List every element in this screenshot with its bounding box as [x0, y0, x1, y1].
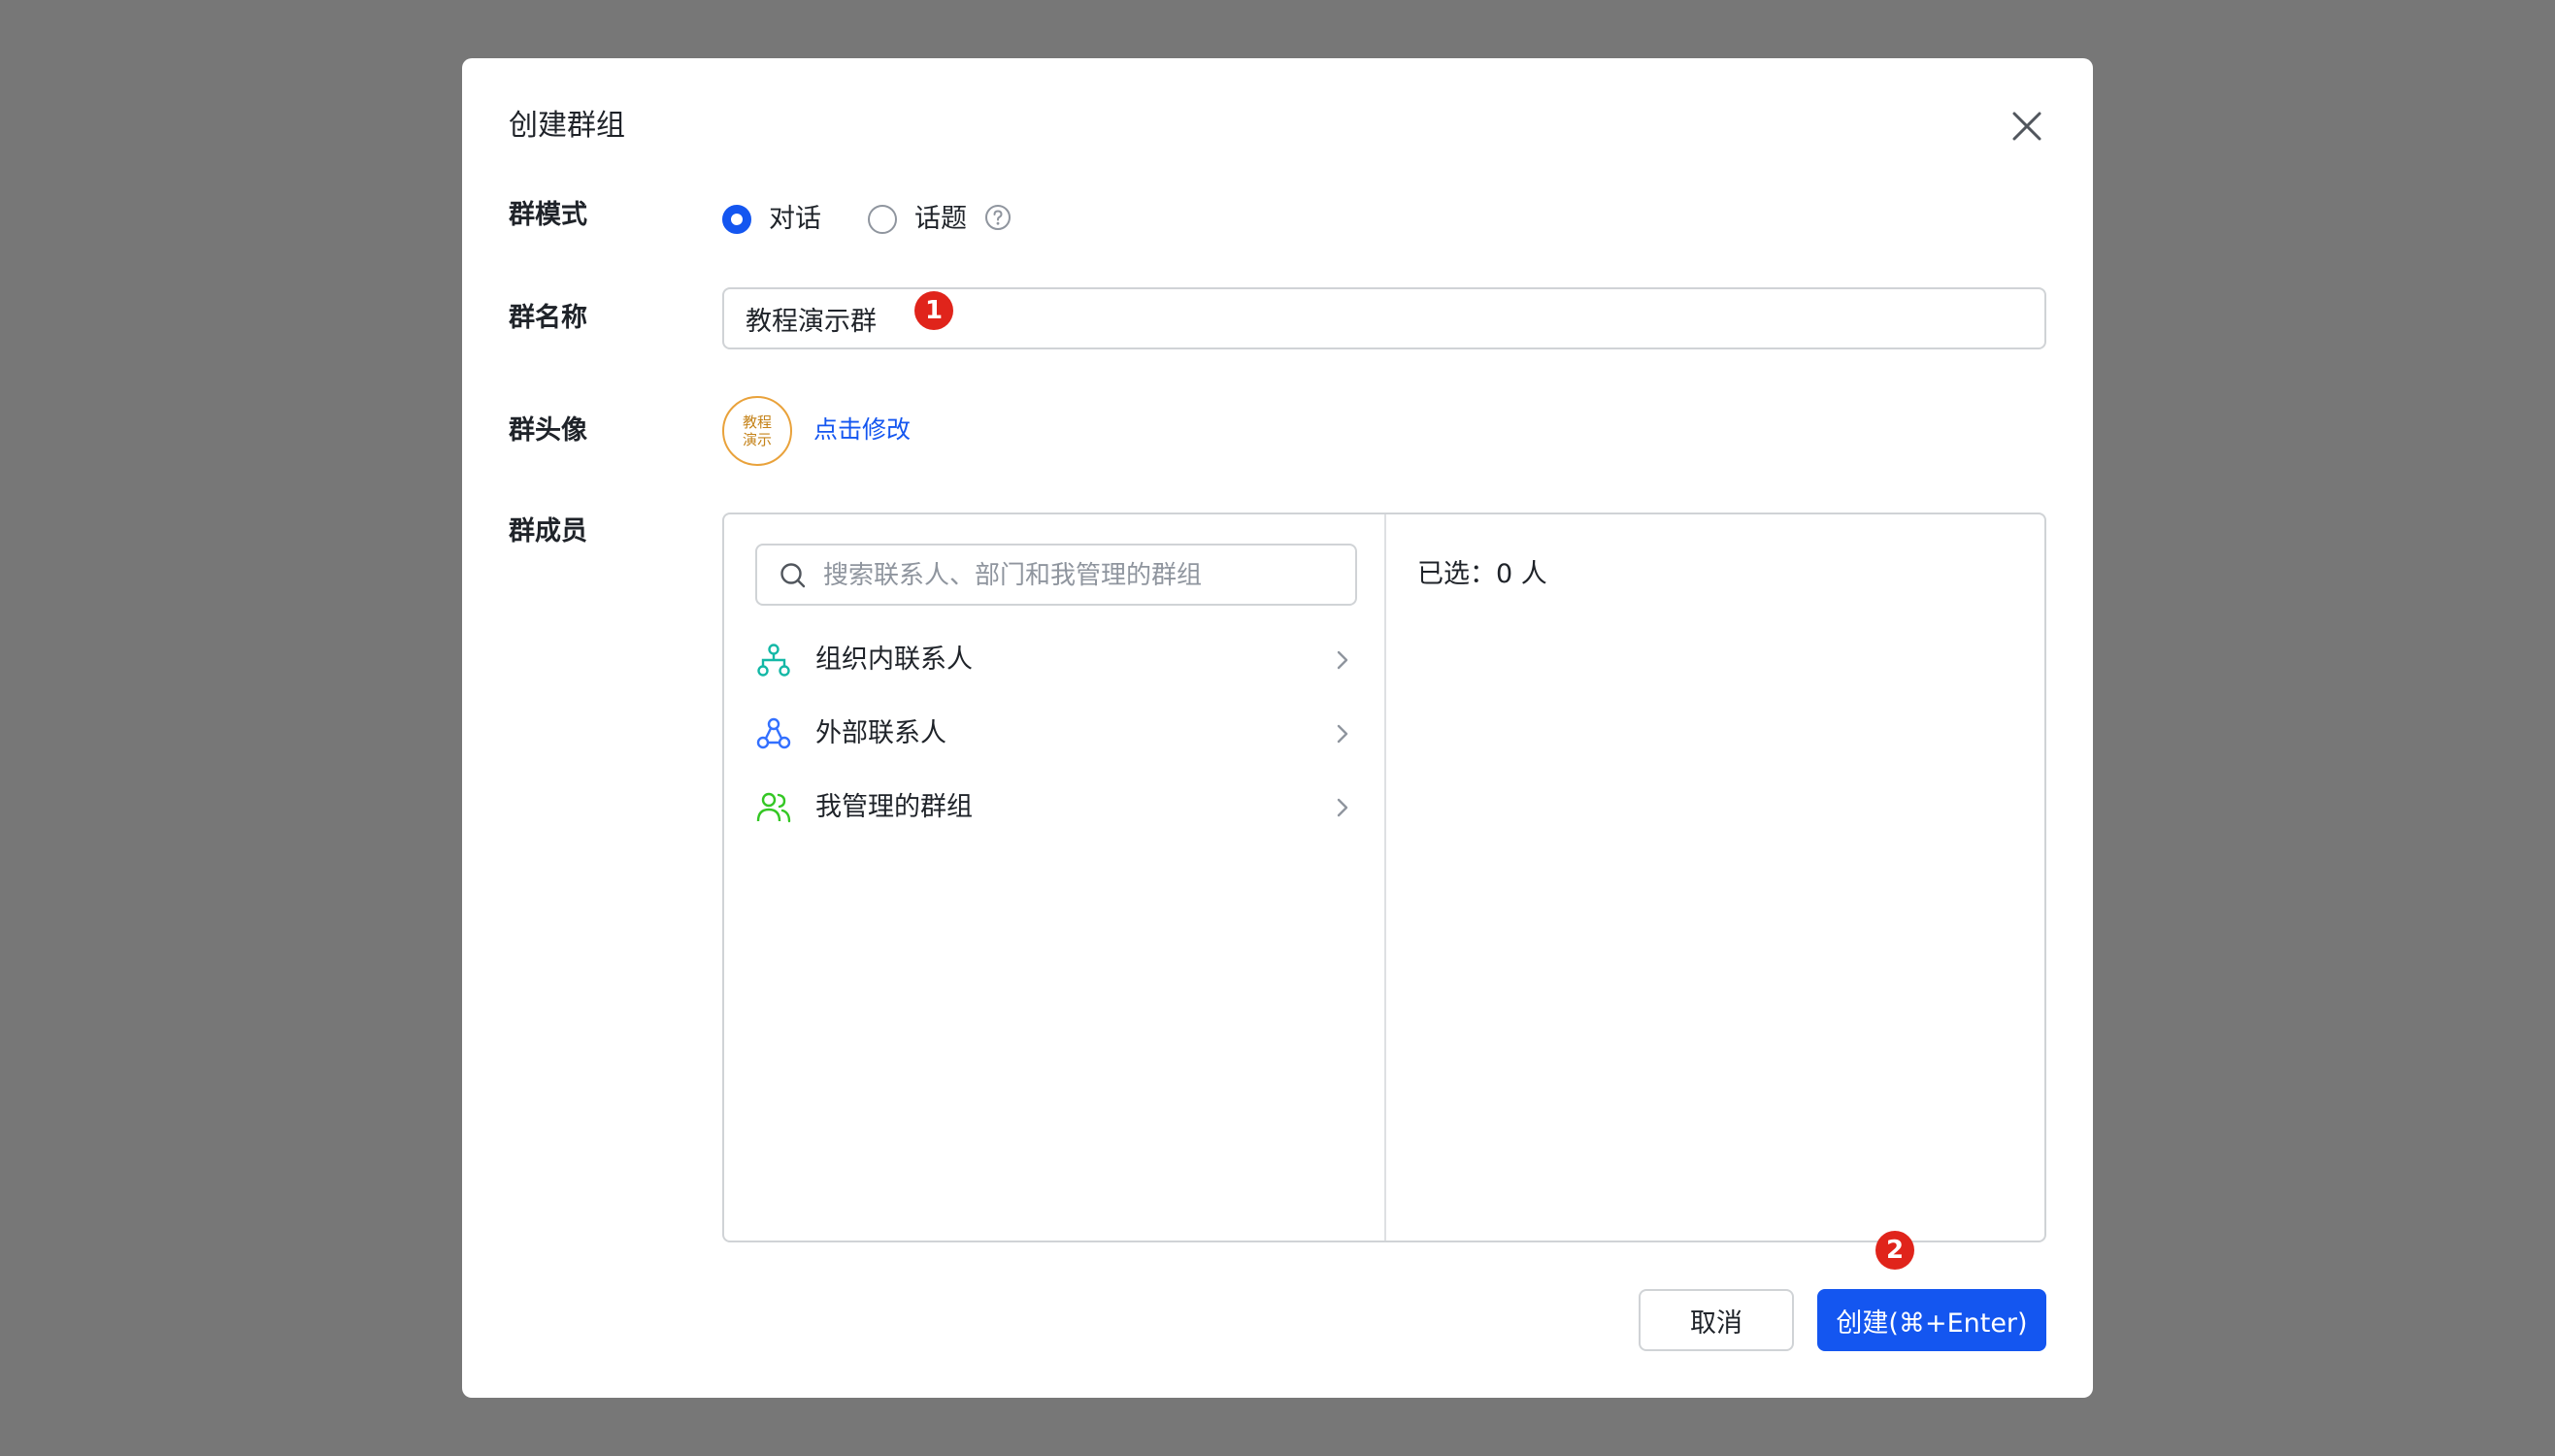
mode-option-topic[interactable]: 话题: [868, 202, 967, 237]
question-circle-icon[interactable]: [984, 204, 1012, 231]
dialog-title: 创建群组: [509, 109, 625, 143]
member-search-box[interactable]: [755, 544, 1357, 606]
picker-divider: [1384, 514, 1386, 1241]
group-members-label: 群成员: [509, 516, 587, 546]
member-search-input[interactable]: [821, 553, 1340, 598]
annotation-badge-2: 2: [1875, 1231, 1914, 1270]
avatar-text-line2: 演示: [742, 431, 772, 448]
source-item-label: 外部联系人: [815, 718, 946, 748]
chevron-right-icon: [1330, 721, 1355, 746]
annotation-badge-1: 1: [914, 291, 953, 330]
member-picker: 组织内联系人 外部联系人: [722, 513, 2046, 1242]
source-item-org-contacts[interactable]: 组织内联系人: [753, 629, 1357, 691]
org-tree-icon: [755, 642, 792, 678]
source-item-external-contacts[interactable]: 外部联系人: [753, 703, 1357, 765]
mode-option-label: 话题: [914, 204, 967, 234]
chevron-right-icon: [1330, 647, 1355, 673]
cancel-button[interactable]: 取消: [1639, 1289, 1794, 1351]
managed-groups-icon: [755, 789, 792, 826]
group-avatar[interactable]: 教程 演示: [722, 396, 792, 466]
radio-checked-icon: [722, 205, 751, 234]
group-name-label: 群名称: [509, 303, 587, 333]
create-group-dialog: 创建群组 群模式 对话 话题 群名称 1 群头像 教程 演示 点击修改 群成员: [462, 58, 2093, 1398]
chevron-right-icon: [1330, 795, 1355, 820]
source-item-managed-groups[interactable]: 我管理的群组: [753, 777, 1357, 839]
mode-option-dialog[interactable]: 对话: [722, 202, 821, 237]
radio-unchecked-icon: [868, 205, 897, 234]
source-item-label: 组织内联系人: [815, 645, 973, 675]
selected-count: 已选：0 人: [1417, 559, 1547, 589]
search-icon: [779, 561, 808, 590]
group-avatar-label: 群头像: [509, 415, 587, 446]
source-item-label: 我管理的群组: [815, 792, 973, 822]
external-contacts-icon: [755, 715, 792, 752]
close-icon: [2006, 105, 2048, 148]
mode-option-label: 对话: [769, 204, 821, 234]
group-mode-label: 群模式: [509, 200, 587, 230]
create-button[interactable]: 创建(⌘+Enter): [1817, 1289, 2046, 1351]
edit-avatar-link[interactable]: 点击修改: [813, 414, 911, 447]
close-button[interactable]: [2006, 105, 2048, 148]
avatar-text-line1: 教程: [742, 414, 772, 431]
